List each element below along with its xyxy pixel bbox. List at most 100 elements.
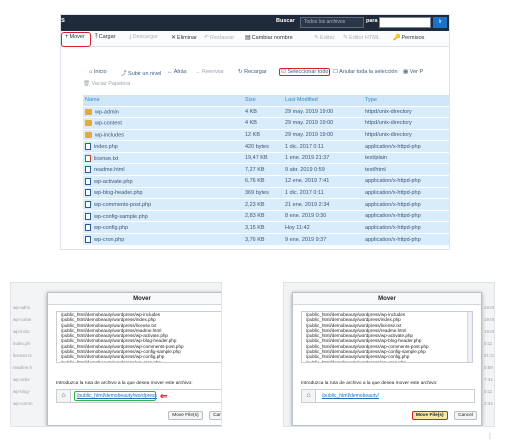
toolbar-cargar-label: Cargar — [98, 34, 116, 40]
file-modified-cell: Hoy 11:42 — [283, 221, 363, 234]
toolbar-cambiar-button[interactable]: ▤Cambiar nombre — [245, 34, 293, 41]
nav-recargar-label: Recargar — [244, 69, 267, 75]
toolbar-mover-button[interactable]: +Mover — [65, 34, 85, 40]
path-input[interactable]: ⌂ /public_html/demobeauty/wordpress ⇐ — [56, 389, 221, 403]
editar-icon: ✎ — [314, 35, 320, 41]
background-time: 19:00 — [484, 317, 495, 322]
toolbar-cargar-button[interactable]: ⤒Cargar — [95, 34, 115, 41]
file-name-cell: wp-blog-header.php — [83, 186, 243, 199]
file-modified-cell: 12 ene. 2019 7:41 — [283, 175, 363, 188]
file-modified-cell: 9 ene. 2019 9:37 — [283, 233, 363, 246]
table-row[interactable]: wp-comments-post.php 2,23 KB 21 ene. 2019 … — [83, 198, 449, 211]
file-type-cell: httpd/unix-directory — [363, 105, 449, 118]
file-name: wp-activate.php — [94, 178, 133, 185]
dialog-title: Mover — [293, 293, 481, 305]
nav-recargar-button[interactable]: ↻ Recargar — [238, 69, 267, 75]
table-row[interactable]: wp-cron.php 3,76 KB 9 ene. 2019 9:37 applic… — [83, 233, 449, 246]
file-type-cell: application/x-httpd-php — [363, 198, 449, 211]
file-modified-cell: 1 dic. 2017 0:11 — [283, 186, 363, 199]
path-prompt: Introduzca la ruta de archivo a la que d… — [56, 381, 193, 386]
app-title-fragment: s — [61, 17, 65, 24]
cambiar-icon: ▤ — [245, 35, 251, 41]
table-row[interactable]: license.txt 19,47 KB 1 ene. 2019 21:37 text… — [83, 151, 449, 164]
move-files-button[interactable]: Move File(s) — [168, 411, 203, 420]
nav-toolbar: ⌂ Inicio ⤴ Subir un nivel ← Atrás → Reenvia… — [83, 67, 449, 81]
list-scrollbar[interactable] — [467, 312, 472, 362]
table-row[interactable]: wp-content 4 KB 29 may. 2019 19:00 httpd/un… — [83, 117, 449, 130]
col-type[interactable]: Type — [363, 95, 449, 106]
eliminar-icon: ✕ — [171, 35, 177, 41]
file-size-cell: 420 bytes — [243, 140, 283, 153]
move-dialog: Mover /public_html/demobeauty/wordpress/… — [47, 292, 221, 426]
file-icon — [85, 201, 91, 209]
file-size-cell: 7,27 KB — [243, 163, 283, 176]
search-bar: s Buscar Todos los archivos para Ir — [61, 15, 449, 31]
toolbar-restaurar-button[interactable]: ↶Restaurar — [204, 34, 234, 41]
nav-ver-button[interactable]: ▦ Ver P — [403, 69, 423, 75]
toolbar-editor_html-button[interactable]: ✎Editor HTML — [343, 34, 380, 41]
file-name-cell: wp-config.php — [83, 221, 243, 234]
cancel-button[interactable]: Cancel — [209, 411, 221, 420]
nav-subir-button[interactable]: ⤴ Subir un nivel — [121, 69, 161, 77]
background-file-name: wp-blog- — [13, 389, 31, 394]
toolbar-eliminar-button[interactable]: ✕Eliminar — [171, 34, 197, 41]
file-modified-cell: 29 may. 2019 19:00 — [283, 117, 363, 130]
search-go-button[interactable]: Ir — [433, 17, 447, 28]
table-row[interactable]: wp-blog-header.php 369 bytes 1 dic. 2017 0… — [83, 186, 449, 199]
toolbar-permisos-button[interactable]: 🔑Permisos — [393, 34, 424, 41]
nav-seleccionar-button[interactable]: ☑ Seleccionar todo — [279, 68, 331, 76]
file-type-cell: application/x-httpd-php — [363, 221, 449, 234]
file-modified-cell: 21 ene. 2019 2:34 — [283, 198, 363, 211]
toolbar-descargar-button[interactable]: ⤓Descargar — [129, 34, 158, 41]
table-row[interactable]: index.php 420 bytes 1 dic. 2017 0:11 applic… — [83, 140, 449, 153]
file-icon — [85, 177, 91, 185]
search-input[interactable] — [379, 17, 431, 28]
file-icon — [85, 143, 91, 151]
file-name: wp-cron.php — [94, 237, 125, 244]
table-row[interactable]: wp-activate.php 6,76 KB 12 ene. 2019 7:41 a… — [83, 175, 449, 188]
subir-icon: ⤴ — [121, 71, 129, 77]
toolbar-descargar-label: Descargar — [132, 34, 159, 40]
toolbar-permisos-label: Permisos — [401, 35, 425, 41]
cancel-button[interactable]: Cancel — [454, 411, 477, 420]
nav-reenviar-label: Reenviar — [202, 69, 225, 75]
file-size-cell: 19,47 KB — [243, 151, 283, 164]
file-name-cell: license.txt — [83, 151, 243, 164]
empty-trash-button[interactable]: 🗑 Vaciar Papelera — [83, 81, 130, 87]
file-size-cell: 12 KB — [243, 128, 283, 141]
move-files-button[interactable]: Move File(s) — [411, 411, 448, 420]
file-size-cell: 4 KB — [243, 105, 283, 118]
table-row[interactable]: wp-config.php 3,15 KB Hoy 11:42 application… — [83, 221, 449, 234]
file-name: wp-includes — [95, 132, 125, 139]
table-row[interactable]: wp-admin 4 KB 29 may. 2019 19:00 httpd/unix… — [83, 105, 449, 118]
path-prompt: Introduzca la ruta de archivo a la que d… — [301, 381, 438, 386]
folder-icon — [85, 108, 92, 115]
file-name: wp-admin — [95, 109, 119, 116]
nav-inicio-button[interactable]: ⌂ Inicio — [89, 69, 107, 75]
file-type-cell: text/html — [363, 163, 449, 176]
background-time: 0:59 — [484, 365, 493, 370]
table-row[interactable]: wp-config-sample.php 2,83 KB 8 ene. 2019 0… — [83, 209, 449, 222]
toolbar-editar-button[interactable]: ✎Editar — [314, 34, 334, 41]
file-name-cell: wp-content — [83, 117, 243, 130]
table-row[interactable]: readme.html 7,27 KB 9 abr. 2019 0:59 text/h… — [83, 163, 449, 176]
search-scope-select[interactable]: Todos los archivos — [300, 17, 364, 28]
table-row[interactable]: wp-includes 12 KB 29 may. 2019 19:00 httpd/… — [83, 128, 449, 141]
search-label: Buscar — [276, 18, 295, 24]
path-input[interactable]: ⌂ /public_html/demobeauty/ — [301, 389, 475, 403]
col-name[interactable]: Name — [83, 95, 243, 106]
file-modified-cell: 1 ene. 2019 21:37 — [283, 151, 363, 164]
page-divider: | — [489, 433, 491, 440]
nav-reenviar-button[interactable]: → Reenviar — [195, 69, 224, 75]
toolbar-editor_html-label: Editor HTML — [349, 35, 380, 41]
col-modified[interactable]: Last Modified — [283, 95, 363, 106]
file-icon — [85, 166, 91, 174]
col-size[interactable]: Size — [243, 95, 283, 106]
path-value[interactable]: /public_html/demobeauty/ — [322, 393, 379, 399]
move-dialog-screenshot-left: wp-admi wp-conte wp-inclu index.ph license.t… — [10, 282, 222, 427]
nav-inicio-label: Inicio — [93, 69, 107, 75]
file-name: readme.html — [94, 167, 125, 174]
list-item: /public_html/demobeauty/wordpress/wp-cro… — [61, 359, 162, 363]
nav-anular-button[interactable]: ☐ Anular toda la selección — [333, 69, 398, 75]
nav-atras-button[interactable]: ← Atrás — [167, 69, 187, 75]
